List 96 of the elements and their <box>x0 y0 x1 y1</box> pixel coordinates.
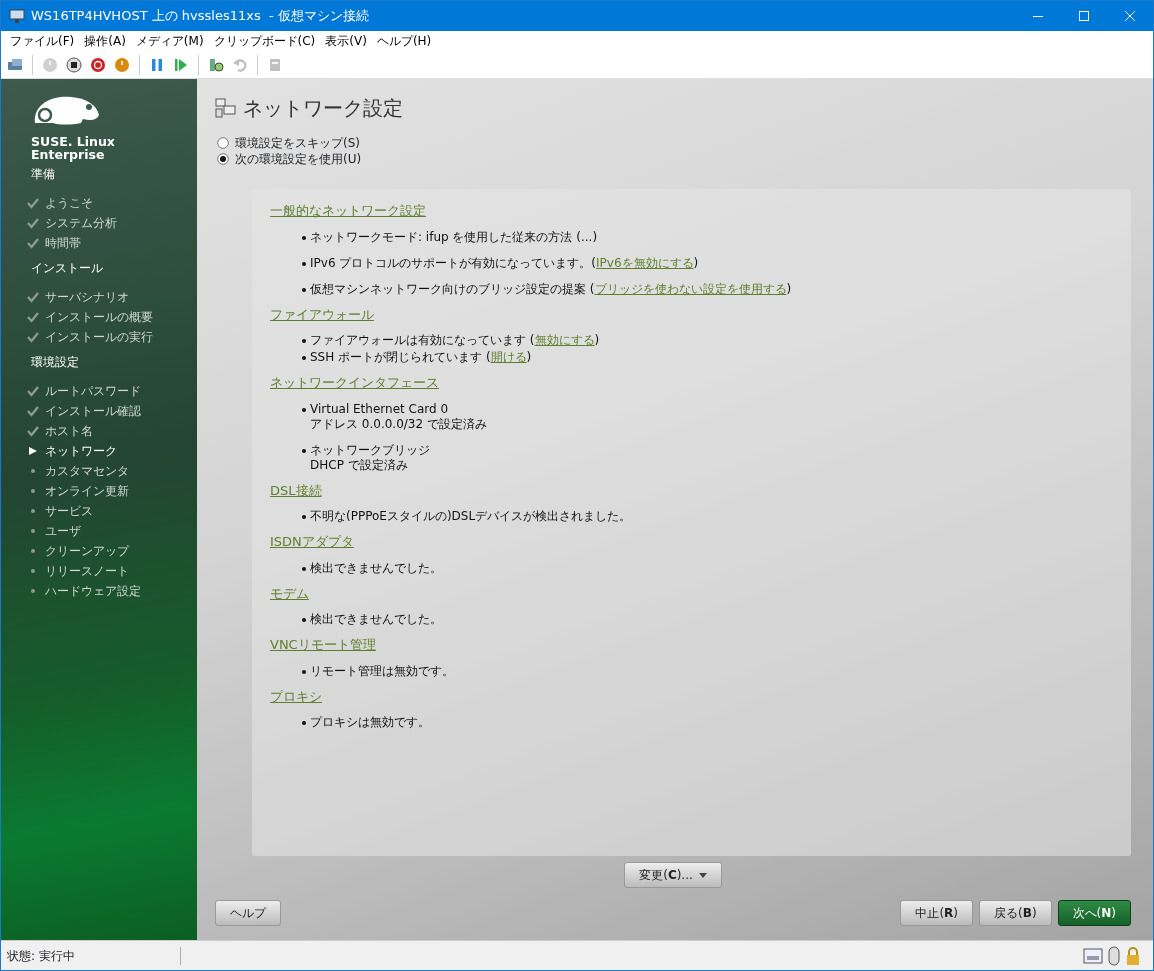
section-link[interactable]: DSL接続 <box>270 480 322 500</box>
bullet-text: 検出できませんでした。 <box>310 612 442 627</box>
step-label: システム分析 <box>45 215 117 232</box>
next-button[interactable]: 次へ(N) <box>1057 900 1131 926</box>
step-label: ホスト名 <box>45 423 93 440</box>
pause-icon <box>149 56 165 73</box>
help-button[interactable]: ヘルプ <box>215 900 281 926</box>
menu-item[interactable]: クリップボード(C) <box>208 32 321 50</box>
step-label: リリースノート <box>45 563 129 580</box>
menu-item[interactable]: ファイル(F) <box>5 32 80 50</box>
detail-text: DHCP で設定済み <box>310 457 409 473</box>
bullet-text: プロキシは無効です。 <box>310 715 430 730</box>
section-link[interactable]: ネットワークインタフェース <box>270 373 439 393</box>
section-link[interactable]: ISDNアダプタ <box>270 532 354 552</box>
bullet-icon <box>302 618 306 622</box>
bullet-text: 不明な(PPPoEスタイルの)DSLデバイスが検出されました。 <box>310 509 632 524</box>
menu-item[interactable]: 表示(V) <box>320 32 372 50</box>
section-heading: 環境設定 <box>31 354 80 371</box>
step-label: クリーンアップ <box>45 543 129 560</box>
section-link[interactable]: モデム <box>270 583 309 603</box>
stop-button[interactable] <box>64 54 84 75</box>
bullet-icon <box>302 261 306 266</box>
section-link[interactable]: プロキシ <box>270 686 322 706</box>
bullet-icon <box>302 566 306 571</box>
section-link[interactable]: ファイアウォール <box>270 304 374 324</box>
radio-button[interactable] <box>217 153 229 165</box>
inline-link[interactable]: 開ける <box>490 350 527 364</box>
inline-link[interactable]: IPv6を無効にする <box>596 255 694 270</box>
caret-icon <box>698 872 707 878</box>
step-label: ルートパスワード <box>45 383 141 400</box>
power-icon <box>90 56 106 73</box>
bullet-icon <box>302 721 306 725</box>
detail-text: アドレス 0.0.0.0/32 で設定済み <box>310 416 487 432</box>
step-label: インストールの実行 <box>45 329 153 346</box>
bullet-text: リモート管理は無効です。 <box>310 663 454 679</box>
window-title: WS16TP4HVHOST 上の hvssles11xs - 仮想マシン接続 <box>31 7 370 26</box>
bullet-text: 検出できませんでした。 <box>310 560 442 576</box>
section-heading: インストール <box>31 260 104 277</box>
step-label: ようこそ <box>45 195 93 212</box>
brand-name: SUSE. Linux <box>31 135 116 148</box>
section-link[interactable]: VNCリモート管理 <box>270 635 376 655</box>
maximize-icon <box>1079 11 1089 21</box>
bullet-icon <box>302 515 306 519</box>
bullet-icon <box>302 339 306 343</box>
option-label[interactable]: 環境設定をスキップ(S) <box>235 134 360 152</box>
minimize-icon <box>1033 15 1043 17</box>
menu-item[interactable]: メディア(M) <box>130 32 209 50</box>
checkpoint-icon <box>208 56 224 73</box>
brand-name: Enterprise <box>31 148 106 161</box>
close-icon <box>1125 11 1135 21</box>
step-label: インストールの概要 <box>45 309 153 326</box>
section-heading: 準備 <box>31 166 56 183</box>
monitor-icon <box>9 8 25 24</box>
bullet-icon <box>302 287 306 292</box>
back-button[interactable]: 戻る(B) <box>979 900 1052 926</box>
bullet-text: 仮想マシンネットワーク向けのブリッジ設定の提案 (ブリッジを使わない設定を使用する) <box>310 281 792 297</box>
play-icon <box>173 56 189 73</box>
step-label: サーバシナリオ <box>45 289 129 306</box>
power-icon <box>114 56 130 73</box>
step-label: カスタマセンタ <box>45 463 129 480</box>
status-text: 状態: 実行中 <box>1 946 181 965</box>
step-label: ネットワーク <box>45 443 117 460</box>
inline-link[interactable]: 無効にする <box>534 333 595 347</box>
bullet-icon <box>302 448 306 453</box>
bullet-icon <box>302 407 306 412</box>
mouse-icon <box>1107 945 1121 966</box>
step-label: インストール確認 <box>45 403 141 420</box>
bullet-text: ファイアウォールは有効になっています (無効にする) <box>310 333 600 348</box>
bullet-icon <box>302 235 306 240</box>
step-label: サービス <box>45 503 93 520</box>
bullet-icon <box>302 669 306 674</box>
inline-link[interactable]: ブリッジを使わない設定を使用する <box>594 281 787 296</box>
page-title: ネットワーク設定 <box>243 95 403 122</box>
radio-button[interactable] <box>217 137 229 149</box>
undo-icon <box>232 56 248 73</box>
section-link[interactable]: 一般的なネットワーク設定 <box>270 201 426 221</box>
menu-item[interactable]: ヘルプ(H) <box>371 32 437 50</box>
step-label: ハードウェア設定 <box>45 583 141 600</box>
step-label: ユーザ <box>45 523 81 540</box>
session-icon <box>267 56 283 73</box>
change-button[interactable]: 変更(C)... <box>624 862 722 888</box>
stop-icon <box>66 56 82 73</box>
step-label: 時間帯 <box>45 235 81 252</box>
bullet-text: Virtual Ethernet Card 0 <box>310 401 450 417</box>
power-icon <box>42 56 58 73</box>
bullet-text: ネットワークモード: ifup を使用した従来の方法 (...) <box>310 229 598 245</box>
abort-button[interactable]: 中止(R) <box>900 900 974 926</box>
option-label[interactable]: 次の環境設定を使用(U) <box>235 150 362 168</box>
network-computers-icon <box>215 97 237 119</box>
bullet-text: ネットワークブリッジ <box>310 442 430 458</box>
step-label: オンライン更新 <box>45 483 129 500</box>
bullet-icon <box>302 356 306 360</box>
padlock-icon <box>1125 945 1141 966</box>
menu-item[interactable]: 操作(A) <box>79 32 131 50</box>
bullet-text: SSH ポートが閉じられています (開ける) <box>310 350 532 365</box>
bullet-text: IPv6 プロトコルのサポートが有効になっています。(IPv6を無効にする) <box>310 255 699 271</box>
